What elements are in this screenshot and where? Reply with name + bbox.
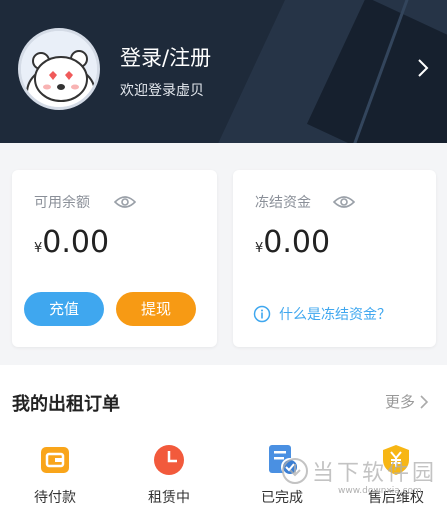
eye-icon[interactable]: [114, 194, 136, 210]
frozen-funds-help-link[interactable]: 什么是冻结资金？: [253, 304, 391, 324]
eye-icon[interactable]: [333, 194, 355, 210]
frozen-amount: ¥0.00: [255, 225, 330, 260]
order-label: 待付款: [34, 490, 76, 506]
frozen-funds-help-text[interactable]: 什么是冻结资金？: [279, 304, 391, 324]
section-title: 我的出租订单: [12, 394, 120, 415]
info-icon: [253, 305, 271, 323]
bear-avatar-icon: [21, 31, 97, 107]
more-label[interactable]: 更多: [385, 391, 415, 412]
watermark-text: 当下软件园: [312, 461, 438, 486]
clock-icon: [154, 445, 184, 475]
wallet-icon: [41, 447, 69, 473]
frozen-funds-card: 冻结资金 ¥0.00 什么是冻结资金？: [233, 170, 436, 347]
download-logo-icon: [282, 458, 308, 484]
login-register-title[interactable]: 登录/注册: [120, 42, 211, 72]
watermark: 当下软件园: [282, 455, 437, 487]
order-label: 已完成: [261, 490, 303, 506]
balance-amount: ¥0.00: [34, 225, 109, 260]
avatar[interactable]: [18, 28, 100, 110]
balance-card: 可用余额 ¥0.00 充值 提现: [12, 170, 217, 347]
frozen-label: 冻结资金: [255, 195, 311, 211]
order-pending-payment[interactable]: 待付款: [15, 443, 95, 507]
welcome-subtitle: 欢迎登录虚贝: [120, 83, 204, 99]
recharge-button[interactable]: 充值: [24, 292, 104, 326]
order-renting[interactable]: 租赁中: [129, 443, 209, 507]
order-label: 租赁中: [148, 490, 190, 506]
watermark-url: www.downxia.com: [338, 486, 422, 496]
chevron-right-icon[interactable]: [412, 56, 434, 80]
chevron-right-icon: [420, 394, 429, 409]
balance-label: 可用余额: [34, 195, 90, 211]
balance-value: 0.00: [42, 225, 110, 260]
withdraw-button[interactable]: 提现: [116, 292, 196, 326]
frozen-value: 0.00: [263, 225, 331, 260]
more-link[interactable]: 更多: [385, 391, 429, 412]
profile-header[interactable]: 登录/注册 欢迎登录虚贝: [0, 0, 447, 143]
